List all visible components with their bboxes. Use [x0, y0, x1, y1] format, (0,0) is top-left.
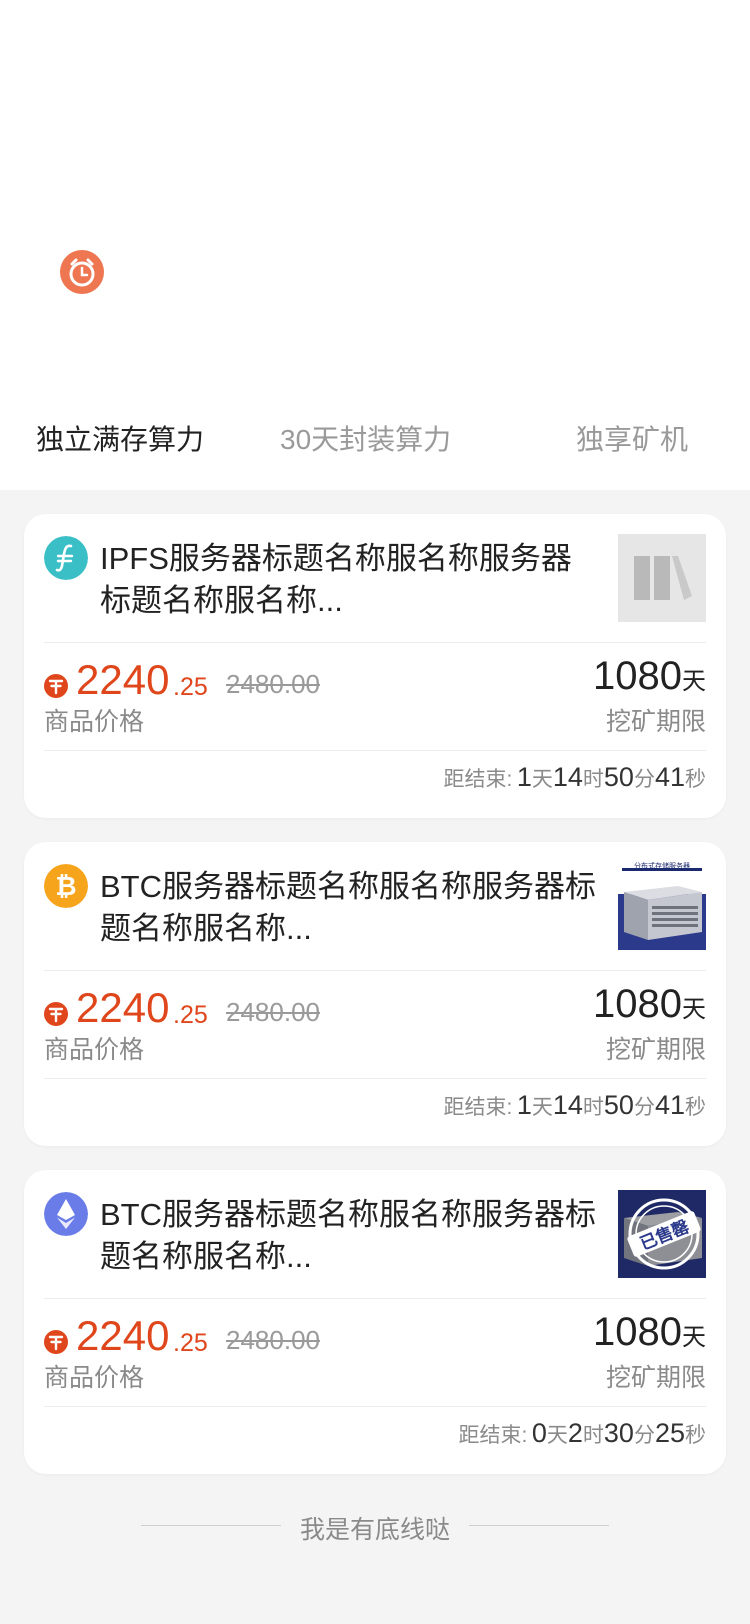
- countdown-minutes: 30: [603, 1418, 634, 1448]
- unit-hour: 时: [582, 768, 604, 791]
- days-unit: 天: [682, 996, 706, 1023]
- original-price: 2480.00: [226, 1325, 320, 1355]
- days-label: 挖矿期限: [605, 1036, 706, 1064]
- tether-icon: [44, 1002, 68, 1026]
- countdown-days: 0: [531, 1418, 547, 1448]
- unit-minute: 分: [633, 1424, 655, 1447]
- filecoin-icon: [44, 536, 88, 580]
- countdown-hours: 2: [567, 1418, 583, 1448]
- category-tabs: 独立满存算力 30天封装算力 独享矿机: [0, 400, 750, 470]
- sold-out-product-image: 已售罄: [618, 1190, 706, 1278]
- price-label: 商品价格: [44, 1364, 145, 1392]
- tether-icon: [44, 674, 68, 698]
- days-value: 1080: [593, 1310, 682, 1354]
- original-price: 2480.00: [226, 997, 320, 1027]
- svg-text:₿: ₿: [55, 871, 76, 901]
- product-card[interactable]: BTC服务器标题名称服名称服务器标题名称服名称... 已售罄 2240 .25 …: [24, 1170, 726, 1474]
- days-value: 1080: [593, 654, 682, 698]
- price-integer: 2240: [76, 984, 170, 1031]
- mining-days: 1080天: [593, 654, 706, 699]
- product-card[interactable]: ₿ BTC服务器标题名称服名称服务器标题名称服名称... 分布式存储服务器 22…: [24, 842, 726, 1146]
- price-integer: 2240: [76, 656, 170, 703]
- countdown-seconds: 41: [654, 762, 685, 792]
- tab-independent-storage[interactable]: 独立满存算力: [36, 418, 204, 458]
- bitcoin-icon: ₿: [44, 864, 88, 908]
- footer-text: 我是有底线哒: [299, 1516, 450, 1544]
- countdown-seconds: 41: [654, 1090, 685, 1120]
- countdown-hours: 14: [552, 1090, 583, 1120]
- price-label: 商品价格: [44, 708, 145, 736]
- unit-day: 天: [531, 768, 553, 791]
- countdown-days: 1: [516, 1090, 532, 1120]
- mining-days: 1080天: [593, 1310, 706, 1355]
- divider: [44, 642, 706, 643]
- countdown-label: 距结束:: [458, 1424, 528, 1447]
- countdown-minutes: 50: [603, 762, 634, 792]
- price-integer: 2240: [76, 1312, 170, 1359]
- days-label: 挖矿期限: [605, 708, 706, 736]
- product-title: IPFS服务器标题名称服名称服务器标题名称服名称...: [100, 541, 572, 618]
- countdown: 距结束: 1天14时50分41秒: [444, 1090, 706, 1121]
- countdown-days: 1: [516, 762, 532, 792]
- price-label: 商品价格: [44, 1036, 145, 1064]
- divider: [44, 1298, 706, 1299]
- thumb-caption: 分布式存储服务器: [634, 862, 690, 870]
- product-title: BTC服务器标题名称服名称服务器标题名称服名称...: [100, 869, 596, 946]
- unit-minute: 分: [633, 1096, 655, 1119]
- price-decimal: .25: [173, 1329, 208, 1357]
- original-price: 2480.00: [226, 669, 320, 699]
- unit-minute: 分: [633, 768, 655, 791]
- unit-second: 秒: [685, 1424, 706, 1447]
- days-value: 1080: [593, 982, 682, 1026]
- product-thumbnail: [618, 534, 706, 622]
- tab-exclusive-miner[interactable]: 独享矿机: [576, 418, 688, 458]
- divider: [44, 1078, 706, 1079]
- unit-day: 天: [546, 1424, 568, 1447]
- footer-line-right: [469, 1525, 609, 1526]
- countdown: 距结束: 0天2时30分25秒: [459, 1418, 706, 1449]
- countdown-label: 距结束:: [443, 768, 513, 791]
- countdown-minutes: 50: [603, 1090, 634, 1120]
- days-label: 挖矿期限: [605, 1364, 706, 1392]
- divider: [44, 1406, 706, 1407]
- countdown-label: 距结束:: [443, 1096, 513, 1119]
- alarm-clock-icon[interactable]: [60, 250, 104, 294]
- header-area: 独立满存算力 30天封装算力 独享矿机: [0, 0, 750, 490]
- days-unit: 天: [682, 1324, 706, 1351]
- server-product-image: 分布式存储服务器: [618, 862, 706, 950]
- end-of-list: 我是有底线哒: [0, 1506, 750, 1546]
- divider: [44, 970, 706, 971]
- product-title: BTC服务器标题名称服名称服务器标题名称服名称...: [100, 1197, 596, 1274]
- countdown-seconds: 25: [654, 1418, 685, 1448]
- unit-day: 天: [531, 1096, 553, 1119]
- tab-30-day-sealing[interactable]: 30天封装算力: [280, 418, 451, 458]
- mining-days: 1080天: [593, 982, 706, 1027]
- countdown-hours: 14: [552, 762, 583, 792]
- price-decimal: .25: [173, 673, 208, 701]
- unit-hour: 时: [582, 1424, 604, 1447]
- divider: [44, 750, 706, 751]
- unit-second: 秒: [685, 1096, 706, 1119]
- ethereum-icon: [44, 1192, 88, 1236]
- unit-second: 秒: [685, 768, 706, 791]
- unit-hour: 时: [582, 1096, 604, 1119]
- product-card[interactable]: IPFS服务器标题名称服名称服务器标题名称服名称... 2240 .25 248…: [24, 514, 726, 818]
- countdown: 距结束: 1天14时50分41秒: [444, 762, 706, 793]
- price-decimal: .25: [173, 1001, 208, 1029]
- days-unit: 天: [682, 668, 706, 695]
- tether-icon: [44, 1330, 68, 1354]
